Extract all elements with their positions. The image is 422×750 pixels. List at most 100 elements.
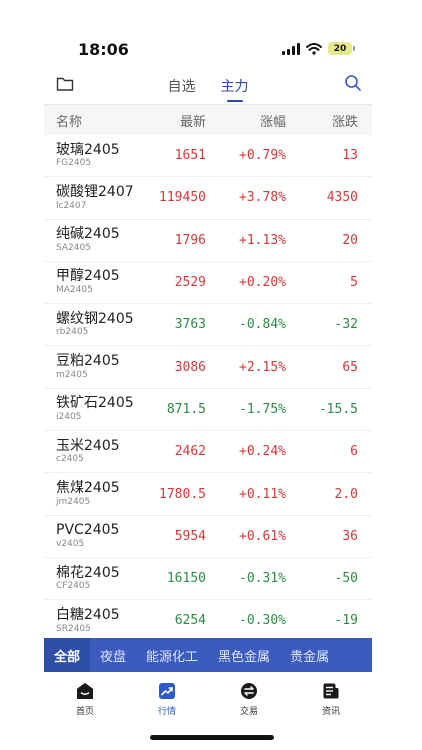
bottom-tab-trade[interactable]: 交易 [208,672,290,726]
table-row[interactable]: 甲醇2405 MA2405 2529 +0.20% 5 [44,261,372,305]
wifi-icon [306,42,322,55]
contract-name: 螺纹钢2405 [56,310,134,327]
contract-code: CF2405 [56,581,91,592]
change-value: 20 [342,232,358,248]
contract-code: jm2405 [56,496,91,507]
table-row[interactable]: 焦煤2405 jm2405 1780.5 +0.11% 2.0 [44,473,372,516]
contract-name: 玻璃2405 [56,141,120,158]
quotes-table: 名称 最新 涨幅 涨跌 玻璃2405 FG2405 1651 +0.79% 13 碳酸锂2… [44,104,372,638]
header-last[interactable]: 最新 [150,111,206,130]
change-percent: +3.78% [239,190,286,206]
contract-name: 甲醇2405 [56,268,120,285]
header-name[interactable]: 名称 [44,111,150,130]
change-value: 2.0 [334,486,358,502]
change-value: -50 [334,571,358,587]
bottom-tab-label: 资讯 [321,706,340,717]
market-tabs: 自选 主力 [44,76,372,96]
table-row[interactable]: 玻璃2405 FG2405 1651 +0.79% 13 [44,135,372,178]
contract-name-cell: 豆粕2405 m2405 [44,354,150,380]
contract-code: i2405 [56,412,82,423]
contract-name: 豆粕2405 [56,353,120,370]
contract-name: 玉米2405 [56,437,120,454]
contract-name: 纯碱2405 [56,226,120,243]
last-price: 3763 [174,317,206,333]
category-tab[interactable]: 全部 [44,638,91,672]
bottom-tab-label: 交易 [239,706,258,717]
change-value: 6 [350,444,358,460]
change-value: -19 [334,613,358,629]
contract-name-cell: 纯碱2405 SA2405 [44,227,150,253]
contract-code: FG2405 [56,158,92,169]
bottom-tab-label: 行情 [157,706,176,717]
news-icon [323,683,339,698]
change-value: 65 [342,359,358,375]
contract-name-cell: PVC2405 v2405 [44,523,150,549]
last-price: 6254 [174,613,206,629]
tab-watchlist[interactable]: 自选 [167,76,195,96]
table-body: 玻璃2405 FG2405 1651 +0.79% 13 碳酸锂2407 lc2407 119… [44,135,372,638]
change-value: 5 [350,275,358,291]
category-tab[interactable]: 夜盘 [90,638,136,672]
table-row[interactable]: 螺纹钢2405 rb2405 3763 -0.84% -32 [44,304,372,347]
change-percent: +0.20% [239,275,286,291]
table-row[interactable]: 碳酸锂2407 lc2407 119450 +3.78% 4350 [44,177,372,220]
change-percent: -0.30% [239,613,286,629]
contract-name: PVC2405 [56,522,120,539]
battery-level: 20 [333,43,347,54]
contract-code: v2405 [56,538,85,549]
change-percent: +0.24% [239,444,286,460]
category-tab[interactable]: 贵金属 [280,638,339,672]
header-change-pct[interactable]: 涨幅 [206,111,286,130]
category-tab[interactable]: 黑色金属 [208,638,280,672]
last-price: 1796 [174,232,206,248]
home-icon [77,682,93,699]
category-bar: 全部 夜盘 能源化工 黑色金属 贵金属 [44,638,372,672]
last-price: 2462 [174,444,206,460]
search-icon[interactable] [344,74,362,92]
table-header: 名称 最新 涨幅 涨跌 [44,105,372,135]
bottom-tab-home[interactable]: 首页 [44,672,126,726]
change-percent: +0.11% [239,486,286,502]
table-row[interactable]: 玉米2405 c2405 2462 +0.24% 6 [44,431,372,474]
table-row[interactable]: PVC2405 v2405 5954 +0.61% 36 [44,515,372,558]
table-row[interactable]: 纯碱2405 SA2405 1796 +1.13% 20 [44,219,372,262]
bottom-tab-market[interactable]: 行情 [126,672,208,726]
contract-code: SR2405 [56,623,91,634]
contract-name-cell: 螺纹钢2405 rb2405 [44,312,150,338]
contract-name-cell: 玻璃2405 FG2405 [44,141,150,169]
contract-name-cell: 铁矿石2405 i2405 [44,396,150,422]
contract-name-cell: 碳酸锂2407 lc2407 [44,185,150,211]
header-change[interactable]: 涨跌 [286,111,368,130]
contract-name-cell: 甲醇2405 MA2405 [44,269,150,295]
contract-name: 铁矿石2405 [56,395,134,412]
change-value: 13 [342,148,358,164]
contract-code: MA2405 [56,285,93,296]
change-percent: -0.84% [239,317,286,333]
bottom-tab-bar: 首页 行情 交易 资讯 [44,672,372,726]
bottom-tab-news[interactable]: 资讯 [290,672,372,726]
change-percent: +0.79% [239,148,286,164]
table-row[interactable]: 铁矿石2405 i2405 871.5 -1.75% -15.5 [44,388,372,432]
exchange-icon [241,682,257,699]
table-row[interactable]: 豆粕2405 m2405 3086 +2.15% 65 [44,346,372,389]
status-time: 18:06 [78,40,129,59]
contract-code: SA2405 [56,242,91,253]
table-row[interactable]: 白糖2405 SR2405 6254 -0.30% -19 [44,600,372,638]
table-row[interactable]: 棉花2405 CF2405 16150 -0.31% -50 [44,557,372,601]
contract-code: rb2405 [56,327,89,338]
change-percent: -1.75% [239,401,286,417]
contract-name: 白糖2405 [56,606,120,623]
change-percent: -0.31% [239,571,286,587]
last-price: 871.5 [166,401,206,417]
tab-main-contracts[interactable]: 主力 [221,76,249,96]
contract-code: m2405 [56,369,88,380]
chart-trend-icon [159,682,175,699]
status-icons: 20 [282,42,355,55]
contract-code: lc2407 [56,200,87,211]
category-tab[interactable]: 能源化工 [136,638,208,672]
contract-name-cell: 玉米2405 c2405 [44,437,150,465]
change-value: -15.5 [318,401,358,417]
contract-name-cell: 白糖2405 SR2405 [44,608,150,634]
contract-name-cell: 棉花2405 CF2405 [44,565,150,592]
change-percent: +0.61% [239,528,286,544]
